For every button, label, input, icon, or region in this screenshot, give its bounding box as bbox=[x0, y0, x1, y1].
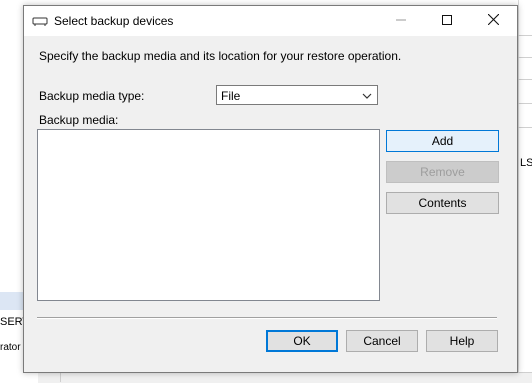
backup-media-type-value: File bbox=[221, 89, 241, 103]
instruction-text: Specify the backup media and its locatio… bbox=[39, 49, 402, 63]
background-label-ls: LS bbox=[520, 157, 532, 169]
background-label-administrator: rator bbox=[0, 342, 21, 353]
chevron-down-icon bbox=[361, 90, 373, 102]
cancel-button[interactable]: Cancel bbox=[346, 330, 418, 352]
contents-button[interactable]: Contents bbox=[386, 192, 499, 214]
title-bar[interactable]: Select backup devices bbox=[24, 6, 517, 36]
background-divider bbox=[518, 35, 532, 36]
background-divider bbox=[518, 103, 532, 104]
dialog-title: Select backup devices bbox=[54, 14, 174, 28]
maximize-icon bbox=[442, 14, 452, 28]
backup-media-list[interactable] bbox=[37, 129, 380, 301]
close-button[interactable] bbox=[470, 6, 516, 36]
backup-device-icon bbox=[32, 14, 48, 28]
backup-media-label: Backup media: bbox=[39, 113, 119, 127]
minimize-icon bbox=[396, 14, 406, 28]
select-backup-devices-dialog: Select backup devices Specify the backup… bbox=[23, 5, 518, 373]
background-divider bbox=[518, 57, 532, 58]
remove-button[interactable]: Remove bbox=[386, 161, 499, 183]
backup-media-type-select[interactable]: File bbox=[216, 85, 378, 105]
close-icon bbox=[487, 13, 499, 28]
background-bottom-bar bbox=[38, 372, 532, 383]
maximize-button[interactable] bbox=[424, 6, 470, 36]
help-button[interactable]: Help bbox=[426, 330, 498, 352]
backup-media-type-label: Backup media type: bbox=[39, 89, 145, 103]
background-divider bbox=[60, 372, 61, 382]
background-divider bbox=[518, 79, 532, 80]
add-button[interactable]: Add bbox=[386, 130, 499, 152]
ok-button[interactable]: OK bbox=[266, 330, 338, 352]
background-selected-row bbox=[0, 292, 24, 310]
background-divider bbox=[518, 127, 532, 128]
minimize-button[interactable] bbox=[378, 6, 424, 36]
footer-separator bbox=[37, 317, 497, 319]
